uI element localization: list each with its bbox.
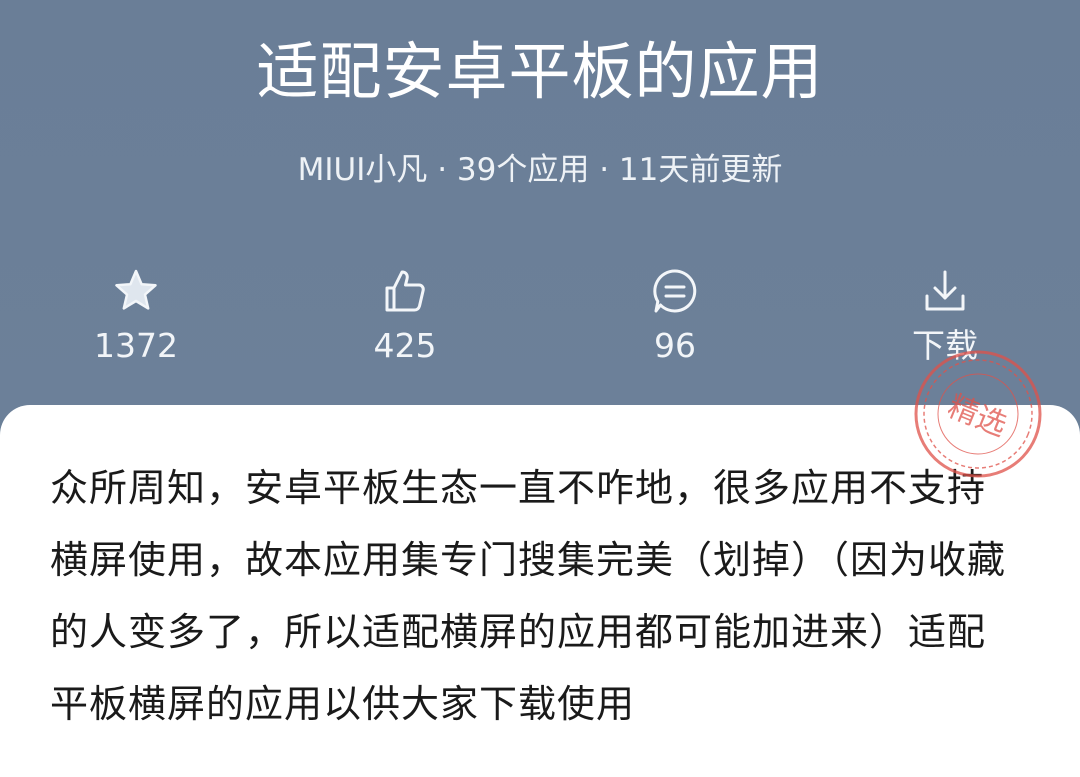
favorite-button[interactable]: 1372 — [56, 262, 216, 368]
star-icon — [56, 266, 216, 324]
like-button[interactable]: 425 — [325, 262, 485, 368]
collection-header: 适配安卓平板的应用 MIUI小凡 · 39个应用 · 11天前更新 1372 4… — [0, 0, 1080, 420]
download-icon — [865, 266, 1025, 324]
page-title: 适配安卓平板的应用 — [256, 35, 824, 108]
favorite-count: 1372 — [94, 326, 178, 365]
thumbs-up-icon — [325, 266, 485, 324]
collection-meta: MIUI小凡 · 39个应用 · 11天前更新 — [297, 152, 783, 188]
stamp-label: 精选 — [943, 389, 1012, 444]
stats-bar: 1372 425 96 下载 — [0, 262, 1080, 372]
comment-count: 96 — [654, 326, 696, 365]
collection-description: 众所周知，安卓平板生态一直不咋地，很多应用不支持横屏使用，故本应用集专门搜集完美… — [50, 466, 1007, 726]
comment-button[interactable]: 96 — [595, 262, 755, 368]
like-count: 425 — [373, 326, 437, 365]
comment-icon — [595, 266, 755, 324]
